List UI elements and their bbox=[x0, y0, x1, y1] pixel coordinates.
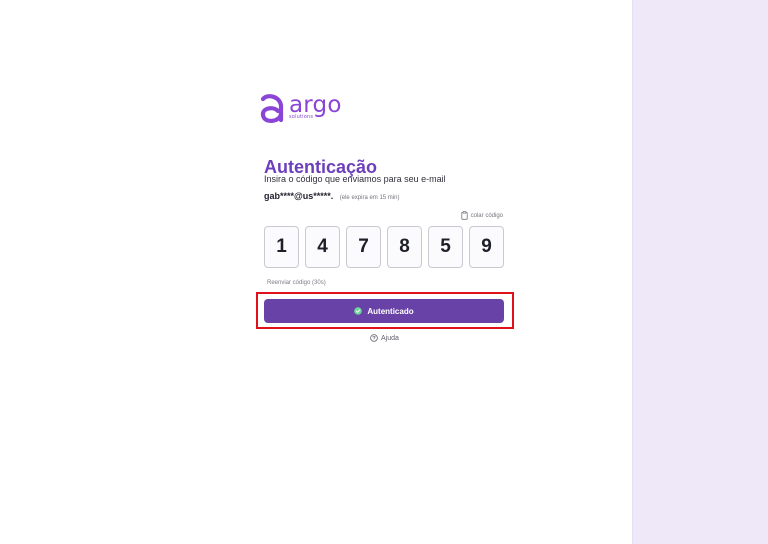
authenticated-button-label: Autenticado bbox=[367, 306, 414, 316]
paste-code-button[interactable]: colar código bbox=[461, 211, 503, 220]
check-circle-icon bbox=[354, 307, 363, 315]
paste-code-label: colar código bbox=[470, 212, 503, 219]
code-digit-6[interactable]: 9 bbox=[469, 226, 504, 268]
masked-email: gab****@us*****. bbox=[264, 191, 334, 201]
authentication-card: argo solutions Autenticação Insira o cód… bbox=[256, 0, 514, 544]
resend-code-link[interactable]: Reenviar código (30s) bbox=[267, 280, 326, 286]
argo-logo-mark-icon bbox=[260, 94, 284, 123]
instruction-text: Insira o código que enviamos para seu e-… bbox=[264, 174, 446, 184]
verification-code-inputs: 1 4 7 8 5 9 bbox=[264, 226, 504, 268]
brand-logo: argo solutions bbox=[260, 92, 350, 126]
expiry-note: (ele expira em 15 min) bbox=[339, 195, 400, 201]
help-link[interactable]: Ajuda bbox=[370, 334, 399, 342]
code-digit-2[interactable]: 4 bbox=[305, 226, 340, 268]
question-circle-icon bbox=[370, 334, 378, 342]
code-digit-1[interactable]: 1 bbox=[264, 226, 299, 268]
clipboard-icon bbox=[461, 211, 468, 220]
help-label: Ajuda bbox=[381, 334, 399, 342]
code-digit-3[interactable]: 7 bbox=[346, 226, 381, 268]
brand-subname: solutions bbox=[289, 114, 314, 120]
code-digit-4[interactable]: 8 bbox=[387, 226, 422, 268]
email-row: gab****@us*****. (ele expira em 15 min) bbox=[264, 186, 399, 204]
code-digit-5[interactable]: 5 bbox=[428, 226, 463, 268]
authenticated-button[interactable]: Autenticado bbox=[264, 299, 504, 323]
side-panel bbox=[632, 0, 768, 544]
